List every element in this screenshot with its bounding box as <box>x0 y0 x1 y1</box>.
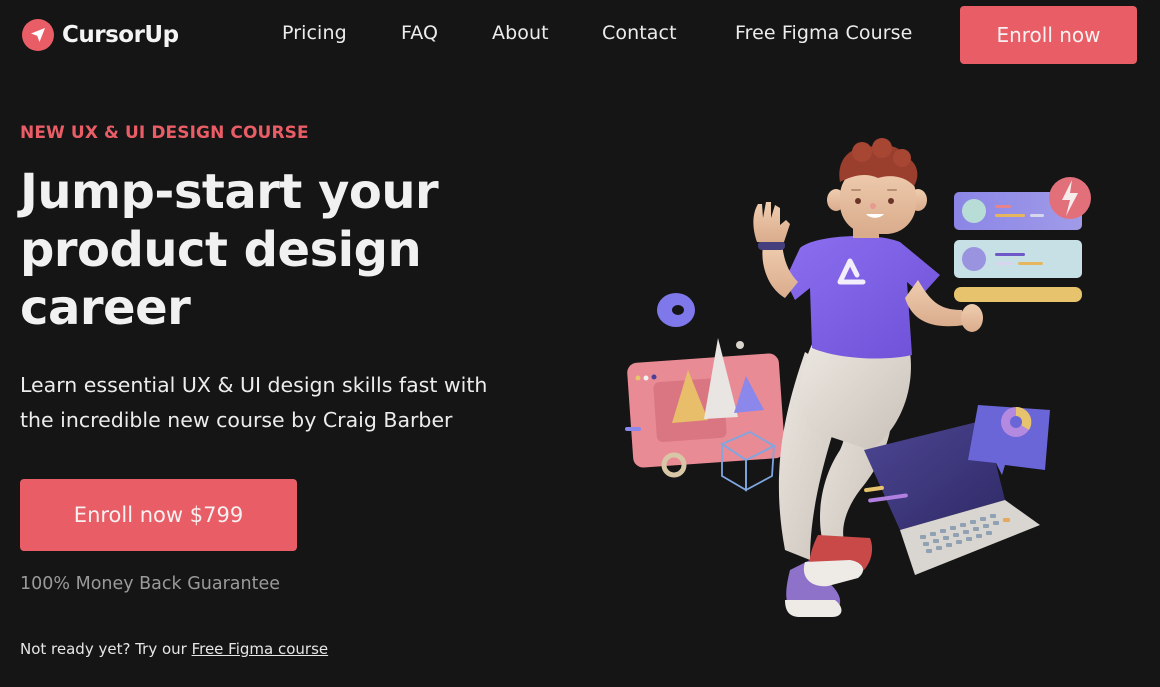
free-course-prompt: Not ready yet? Try our Free Figma course <box>20 640 328 658</box>
free-course-prompt-text: Not ready yet? Try our <box>20 640 192 658</box>
enroll-price-button[interactable]: Enroll now $799 <box>20 479 297 551</box>
free-figma-course-link[interactable]: Free Figma course <box>192 640 329 658</box>
course-eyebrow: NEW UX & UI DESIGN COURSE <box>20 123 309 143</box>
brand-logo-link[interactable]: CursorUp <box>22 19 179 51</box>
headline-line: product design <box>20 222 422 278</box>
profile-ui-cards <box>954 177 1091 302</box>
brand-name: CursorUp <box>62 22 179 48</box>
headline-line: Jump-start your <box>20 164 439 220</box>
laptop-illustration <box>864 405 1050 575</box>
nav-link-about[interactable]: About <box>492 22 549 44</box>
money-back-guarantee: 100% Money Back Guarantee <box>20 574 281 594</box>
landing-page: CursorUp Pricing FAQ About Contact Free … <box>0 0 1160 687</box>
header-enroll-button[interactable]: Enroll now <box>960 6 1137 64</box>
subhead-line: the incredible new course by Craig Barbe… <box>20 408 453 432</box>
chart-window-card <box>625 338 785 492</box>
site-header: CursorUp Pricing FAQ About Contact Free … <box>0 0 1160 70</box>
headline-line: career <box>20 280 191 336</box>
paper-plane-cursor-icon <box>22 19 54 51</box>
hero-headline: Jump-start your product design career <box>20 163 540 337</box>
nav-link-pricing[interactable]: Pricing <box>282 22 347 44</box>
nav-link-faq[interactable]: FAQ <box>401 22 438 44</box>
subhead-line: Learn essential UX & UI design skills fa… <box>20 373 488 397</box>
hero-illustration <box>625 138 1091 617</box>
small-sphere-shape <box>736 341 744 349</box>
purple-donut-shape <box>657 293 695 327</box>
hero-subheading: Learn essential UX & UI design skills fa… <box>20 368 560 438</box>
nav-link-contact[interactable]: Contact <box>602 22 677 44</box>
nav-link-free-figma-course[interactable]: Free Figma Course <box>735 22 912 44</box>
